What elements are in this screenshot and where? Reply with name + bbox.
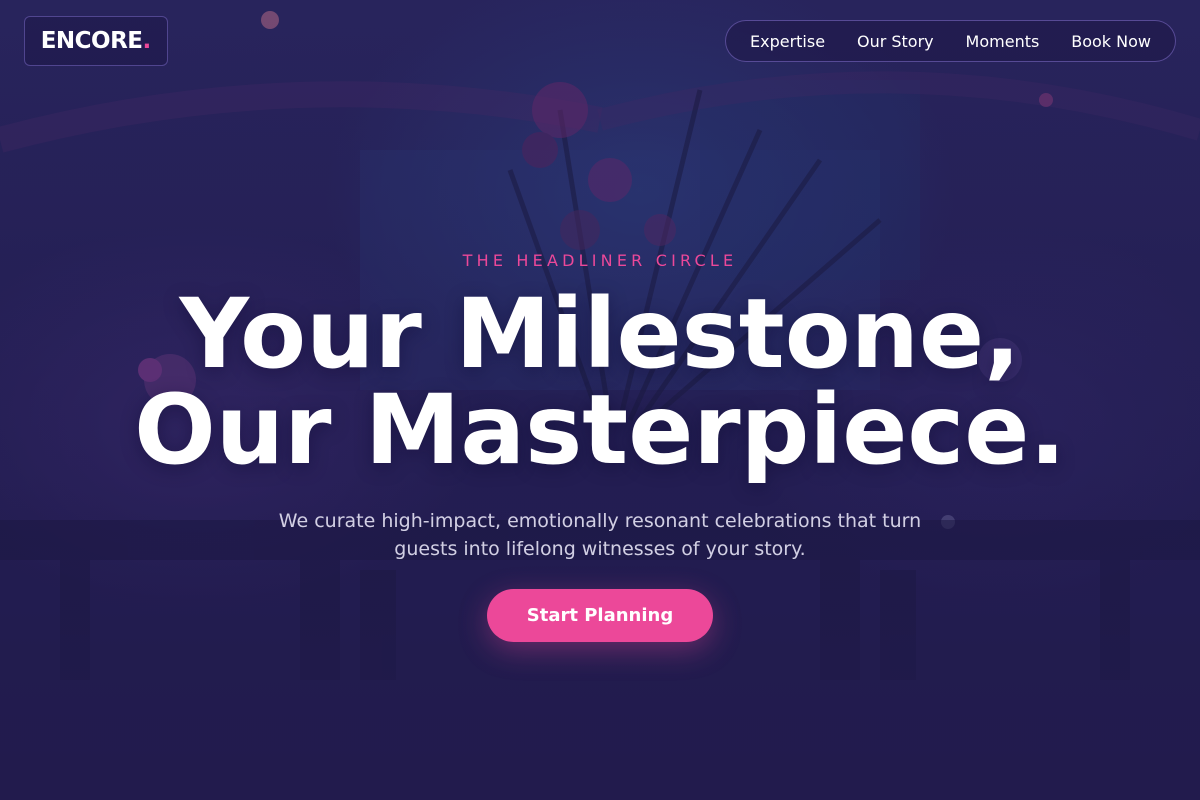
nav-link-book-now[interactable]: Book Now <box>1071 32 1151 51</box>
logo[interactable]: ENCORE. <box>24 16 168 66</box>
hero-headline: Your Milestone, Our Masterpiece. <box>0 286 1200 478</box>
hero-eyebrow: THE HEADLINER CIRCLE <box>462 251 738 270</box>
nav-link-moments[interactable]: Moments <box>966 32 1040 51</box>
nav-link-our-story[interactable]: Our Story <box>857 32 934 51</box>
start-planning-button[interactable]: Start Planning <box>487 589 713 642</box>
logo-text: ENCORE <box>40 28 143 54</box>
hero-headline-line-2: Our Masterpiece. <box>134 374 1066 486</box>
hero-headline-line-1: Your Milestone, <box>179 278 1021 390</box>
hero-subtitle: We curate high-impact, emotionally reson… <box>278 510 922 560</box>
nav-link-expertise[interactable]: Expertise <box>750 32 825 51</box>
logo-accent-dot: . <box>142 28 152 54</box>
main-navigation: Expertise Our Story Moments Book Now <box>725 20 1176 62</box>
